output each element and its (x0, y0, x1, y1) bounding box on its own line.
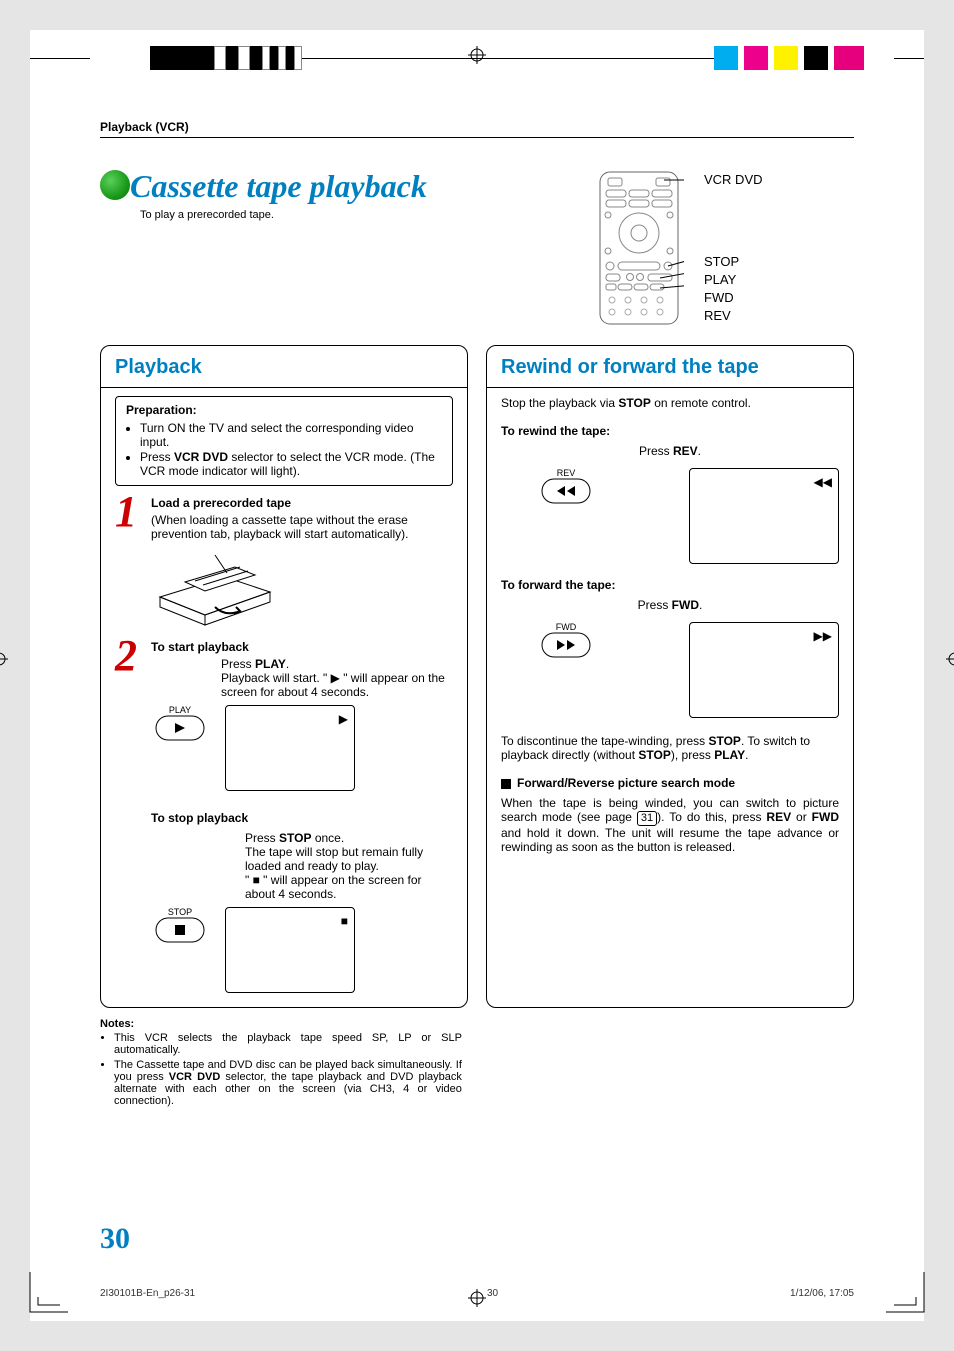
cassette-load-icon (155, 547, 275, 627)
remote-label-stop: STOP (704, 254, 763, 270)
notes-block: Notes: This VCR selects the playback tap… (100, 1018, 462, 1107)
forward-press: Press FWD. (501, 598, 839, 612)
square-bullet-icon (501, 779, 511, 789)
playback-heading: Playback (115, 356, 453, 383)
notes-heading: Notes: (100, 1018, 462, 1030)
remote-label-vcrdvd: VCR DVD (704, 172, 763, 188)
step-1: 1 Load a prerecorded tape (When loading … (115, 496, 453, 541)
title-text: Cassette tape playback (130, 168, 427, 204)
search-mode-heading: Forward/Reverse picture search mode (501, 776, 839, 790)
rewind-press: Press REV. (501, 444, 839, 458)
step1-note: (When loading a cassette tape without th… (151, 513, 453, 541)
reg-blocks-left (150, 46, 302, 70)
corner-mark-br-icon (884, 1267, 934, 1317)
page-subtitle: To play a prerecorded tape. (140, 209, 594, 221)
note-1: This VCR selects the playback tape speed… (114, 1032, 462, 1056)
page-number: 30 (100, 1222, 130, 1256)
corner-mark-bl-icon (20, 1267, 70, 1317)
registration-cross-left (0, 650, 8, 673)
footer-center: 30 (487, 1288, 498, 1299)
stop-title: To stop playback (151, 811, 453, 825)
remote-icon (594, 168, 684, 328)
step2-press: Press PLAY. Playback will start. " ▶ " w… (221, 657, 453, 699)
forward-subheading: To forward the tape: (501, 578, 839, 592)
footer-right: 1/12/06, 17:05 (790, 1288, 854, 1299)
section-header: Playback (VCR) (100, 120, 854, 134)
rewind-intro: Stop the playback via STOP on remote con… (501, 396, 839, 410)
registration-cross-top (468, 46, 486, 64)
play-button-icon: PLAY (155, 705, 205, 746)
registration-cross-bottom (468, 1289, 486, 1307)
preparation-heading: Preparation: (126, 403, 442, 417)
title-bullet-icon (100, 170, 130, 200)
rewind-subheading: To rewind the tape: (501, 424, 839, 438)
page-title: Cassette tape playback (100, 168, 594, 205)
stop-screen-icon: ■ (225, 907, 355, 993)
remote-label-rev: REV (704, 308, 763, 324)
rewind-forward-panel: Rewind or forward the tape Stop the play… (486, 345, 854, 1008)
step2-title: To start playback (151, 640, 453, 654)
stop-text: Press STOP once. The tape will stop but … (245, 831, 453, 901)
prep-item-1: Turn ON the TV and select the correspond… (140, 421, 442, 449)
remote-diagram: VCR DVD STOP PLAY FWD REV (594, 168, 854, 331)
rewind-heading: Rewind or forward the tape (501, 356, 839, 383)
remote-label-play: PLAY (704, 272, 763, 288)
rev-button-icon: REV (541, 468, 591, 509)
prep-item-2: Press VCR DVD selector to select the VCR… (140, 450, 442, 478)
fwd-button-icon: FWD (541, 622, 591, 663)
reg-blocks-right (714, 46, 864, 70)
registration-cross-right (946, 650, 954, 673)
step1-title: Load a prerecorded tape (151, 496, 453, 510)
stop-button-icon: STOP (155, 907, 205, 948)
footer-left: 2I30101B-En_p26-31 (100, 1288, 195, 1299)
search-mode-text: When the tape is being winded, you can s… (501, 796, 839, 854)
discontinue-text: To discontinue the tape-winding, press S… (501, 734, 839, 762)
step-number-2: 2 (115, 640, 141, 699)
remote-label-fwd: FWD (704, 290, 763, 306)
step-2: 2 To start playback Press PLAY. Playback… (115, 640, 453, 699)
page-ref-31: 31 (637, 811, 657, 826)
manual-page: Playback (VCR) Cassette tape playback To… (30, 30, 924, 1321)
preparation-box: Preparation: Turn ON the TV and select t… (115, 396, 453, 486)
fwd-screen-icon: ▶▶ (689, 622, 839, 718)
rev-screen-icon: ◀◀ (689, 468, 839, 564)
playback-panel: Playback Preparation: Turn ON the TV and… (100, 345, 468, 1008)
step-number-1: 1 (115, 496, 141, 541)
play-screen-icon: ▶ (225, 705, 355, 791)
note-2: The Cassette tape and DVD disc can be pl… (114, 1059, 462, 1107)
